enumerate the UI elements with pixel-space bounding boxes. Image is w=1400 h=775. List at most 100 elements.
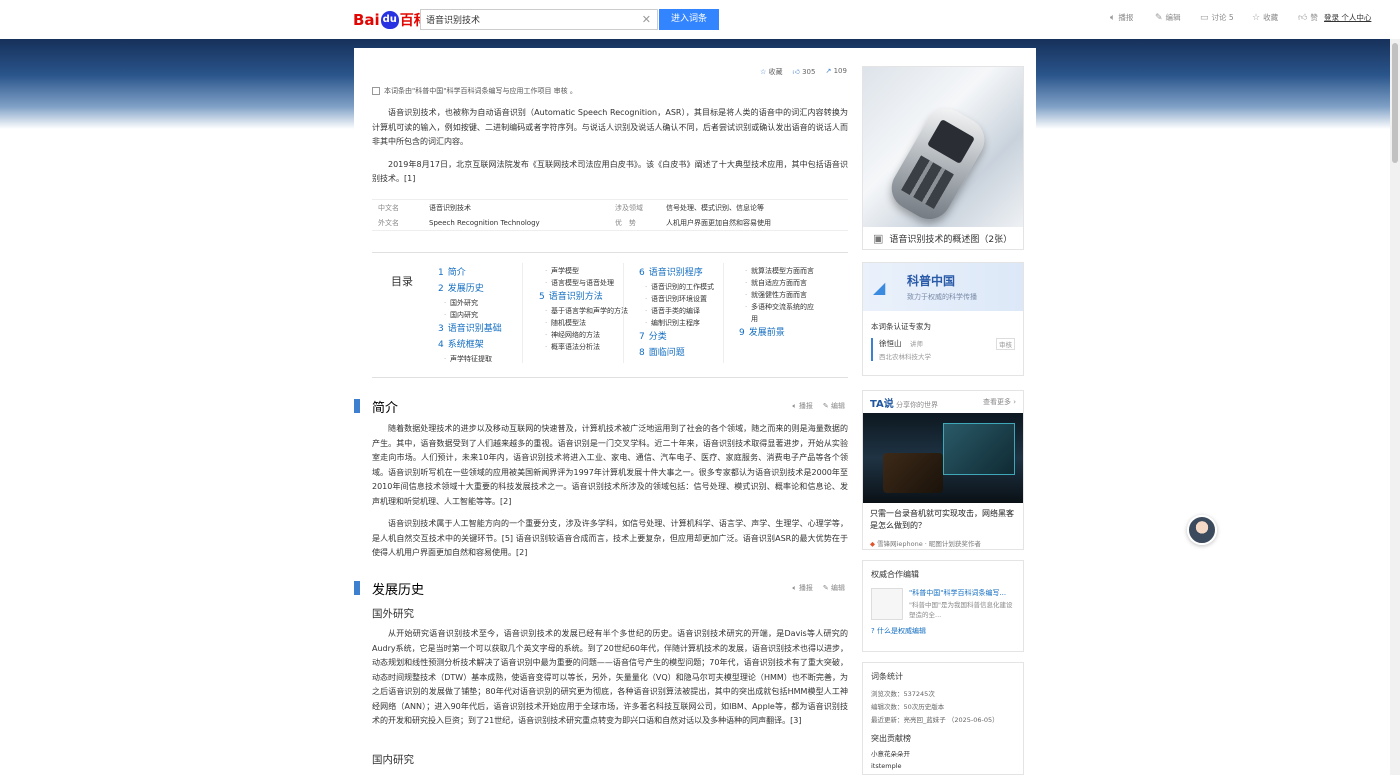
like-button[interactable]: 👍︎ 305 (793, 67, 816, 77)
user-login-link[interactable]: 登录 个人中心 (1324, 12, 1371, 23)
subsection-title: 国外研究 (372, 608, 414, 620)
ta-more-link[interactable]: 查看更多 › (983, 397, 1016, 407)
contributor[interactable]: itstemple (871, 760, 1015, 772)
section-heading-history: 发展历史 🔈︎ 播报 ✎ 编辑 (354, 579, 848, 598)
contributor[interactable]: 小意花朵朵开 (871, 748, 1015, 760)
toc-item[interactable]: 7 分类 (639, 329, 729, 345)
table-of-contents: 目录 1简介 2发展历史 国外研究 国内研究 3语音识别基础 4系统框架 声学特… (372, 252, 848, 378)
broadcast-button[interactable]: 🔈︎ 播报 (792, 583, 812, 593)
kepu-header[interactable]: ◢ 科普中国 致力于权威的科学传播 (863, 263, 1023, 311)
assistant-avatar[interactable] (1187, 515, 1217, 545)
toc-subitem[interactable]: 国内研究 (438, 309, 538, 321)
info-row: 外文名 Speech Recognition Technology 优 势 人机… (378, 218, 771, 227)
toc-subitem[interactable]: 声学模型 (539, 265, 635, 277)
scrollbar[interactable] (1390, 39, 1400, 775)
phone-graphic (883, 100, 993, 227)
ta-thumbnail[interactable] (863, 413, 1023, 503)
star-icon: ☆ (760, 68, 767, 76)
image-caption[interactable]: ▣ 语音识别技术的概述图（2张） (863, 227, 1023, 249)
toc-column: 声学模型 语言模型与语音处理 5语音识别方法 基于语言学和声学的方法 随机模型法… (539, 265, 635, 353)
toc-column: 就算法模型方面而言 就自适应方面而言 就强健性方面而言 多语种交流系统的应用 9… (739, 265, 819, 341)
toc-item[interactable]: 5 语音识别方法 (539, 289, 635, 305)
toc-subitem[interactable]: 神经网络的方法 (539, 329, 635, 341)
toc-column: 6语音识别程序 语音识别的工作模式 语音识别环境设置 语音手类的编译 编制识别主… (639, 265, 729, 361)
thumb-icon: 👍︎ (1298, 12, 1308, 23)
summary-image-card[interactable]: ▣ 语音识别技术的概述图（2张） (862, 66, 1024, 250)
section-ops: 🔈︎ 播报 ✎ 编辑 (792, 583, 845, 593)
edit-button[interactable]: ✎ 编辑 (823, 401, 845, 411)
source-icon: ◆ (870, 540, 875, 548)
edit-button[interactable]: ✎ 编辑 (823, 583, 845, 593)
basic-info-table: 中文名 语音识别技术 涉及领域 信号处理、模式识别、信息论等 外文名 Speec… (372, 199, 848, 231)
entry-statistics-card: 词条统计 浏览次数：537245次 编辑次数：50次历史版本 最近更新：亮亮回_… (862, 662, 1024, 775)
top-bar: Bai du 百科 ✕ 进入词条 🔈︎播报 ✎编辑 ▭讨论 5 ☆收藏 👍︎赞 … (0, 0, 1400, 39)
intro-section: 语音识别技术，也被称为自动语音识别（Automatic Speech Recog… (372, 106, 848, 187)
thumb-icon: 👍︎ (792, 68, 800, 76)
search-input[interactable] (421, 10, 631, 29)
body-paragraph: 从开始研究语音识别技术至今，语音识别技术的发展已经有半个多世纪的历史。语音识别技… (372, 629, 848, 725)
toc-column: 1简介 2发展历史 国外研究 国内研究 3语音识别基础 4系统框架 声学特征提取 (438, 265, 538, 365)
toc-subitem[interactable]: 语音识别环境设置 (639, 293, 729, 305)
scrollbar-thumb[interactable] (1392, 43, 1398, 163)
speaker-icon: 🔈︎ (1110, 12, 1116, 23)
toc-item[interactable]: 9 发展前景 (739, 325, 819, 341)
toc-subitem[interactable]: 语音手类的编译 (639, 305, 729, 317)
intro-paragraph: 2019年8月17日，北京互联网法院发布《互联网技术司法应用白皮书》。该《白皮书… (372, 159, 848, 184)
review-tag: 审核 (996, 338, 1015, 350)
body-paragraph: 语音识别技术属于人工智能方向的一个重要分支，涉及许多学科，如信号处理、计算机科学… (372, 519, 848, 557)
phone-image (863, 67, 1023, 227)
share-button[interactable]: ↗ 109 (825, 67, 846, 77)
expert-entry[interactable]: 徐恒山 讲师 西北农林科技大学 审核 (871, 338, 1015, 361)
subsection-title: 国内研究 (372, 754, 414, 766)
toc-item[interactable]: 2 发展历史 (438, 281, 538, 297)
top-like-button[interactable]: 👍︎ 赞 (1298, 12, 1318, 23)
toc-subitem[interactable]: 随机模型法 (539, 317, 635, 329)
baidu-baike-logo[interactable]: Bai du 百科 (353, 9, 428, 31)
kepu-logo-icon: ◢ (873, 278, 886, 297)
toc-subitem[interactable]: 就强健性方面而言 (739, 289, 819, 301)
collect-button[interactable]: ☆ 收藏 (760, 67, 783, 77)
speaker-icon: 🔈︎ (792, 584, 797, 592)
top-edit-button[interactable]: ✎ 编辑 (1155, 12, 1181, 23)
ta-shuo-card: TA说 分享你的世界 查看更多 › 只需一台录音机就可实现攻击，网络黑客是怎么做… (862, 390, 1024, 550)
toc-title: 目录 (391, 275, 413, 288)
toc-item[interactable]: 4 系统框架 (438, 337, 538, 353)
toc-subitem[interactable]: 多语种交流系统的应用 (739, 301, 819, 325)
toc-item[interactable]: 1 简介 (438, 265, 538, 281)
search-box: ✕ (420, 9, 658, 30)
certification-note: 本词条由"科普中国"科学百科词条编写与应用工作项目 审核 。 (372, 86, 577, 96)
authority-help-link[interactable]: ? 什么是权威编辑 (863, 620, 1023, 636)
toc-subitem[interactable]: 国外研究 (438, 297, 538, 309)
toc-item[interactable]: 6 语音识别程序 (639, 265, 729, 281)
broadcast-button[interactable]: 🔈︎ 播报 (792, 401, 812, 411)
edit-history-link[interactable]: 编辑次数：50次历史版本 (871, 701, 1015, 714)
toc-subitem[interactable]: 编制识别主程序 (639, 317, 729, 329)
speaker-icon: 🔈︎ (792, 402, 797, 410)
top-broadcast-button[interactable]: 🔈︎ 播报 (1110, 12, 1133, 23)
ta-article-title[interactable]: 只需一台录音机就可实现攻击，网络黑客是怎么做到的？ (863, 503, 1023, 532)
clear-icon[interactable]: ✕ (642, 13, 651, 26)
toc-item[interactable]: 8 面临问题 (639, 345, 729, 361)
toc-divider (723, 263, 724, 363)
kepu-china-card: ◢ 科普中国 致力于权威的科学传播 本词条认证专家为 徐恒山 讲师 西北农林科技… (862, 262, 1024, 376)
intro-body: 随着数据处理技术的进步以及移动互联网的快速普及，计算机技术被广泛地运用到了社会的… (372, 422, 848, 561)
section-marker (354, 581, 360, 595)
toc-subitem[interactable]: 就自适应方面而言 (739, 277, 819, 289)
top-discuss-button[interactable]: ▭ 讨论 5 (1200, 12, 1234, 23)
toc-subitem[interactable]: 基于语言学和声学的方法 (539, 305, 635, 317)
authority-entry[interactable]: "科普中国"科学百科词条编写... "科普中国"是为我国科普信息化建设塑造的全.… (863, 580, 1023, 620)
section-marker (354, 399, 360, 413)
pencil-icon: ✎ (822, 584, 829, 592)
toc-subitem[interactable]: 语音识别的工作模式 (639, 281, 729, 293)
enter-entry-button[interactable]: 进入词条 (659, 9, 719, 30)
top-collect-button[interactable]: ☆ 收藏 (1252, 12, 1278, 23)
ta-source: ◆ 雪锋网iephone · 昵图计划获奖作者 (870, 540, 981, 548)
comment-icon: ▭ (1200, 12, 1209, 23)
toc-subitem[interactable]: 声学特征提取 (438, 353, 538, 365)
toc-subitem[interactable]: 就算法模型方面而言 (739, 265, 819, 277)
section-heading-intro: 简介 🔈︎ 播报 ✎ 编辑 (354, 397, 848, 416)
toc-subitem[interactable]: 概率语法分析法 (539, 341, 635, 353)
toc-item[interactable]: 3 语音识别基础 (438, 321, 538, 337)
section-ops: 🔈︎ 播报 ✎ 编辑 (792, 401, 845, 411)
toc-subitem[interactable]: 语言模型与语音处理 (539, 277, 635, 289)
